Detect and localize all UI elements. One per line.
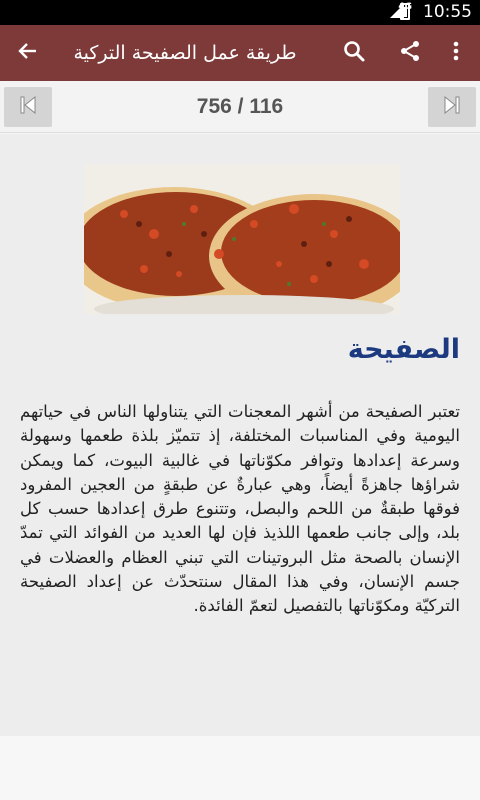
back-arrow-icon	[18, 41, 38, 65]
search-icon	[342, 39, 366, 67]
skip-next-icon	[444, 95, 460, 118]
first-page-button[interactable]	[4, 87, 52, 127]
page-counter: 756 / 116	[196, 95, 284, 118]
last-page-button[interactable]	[428, 87, 476, 127]
page-title: طريقة عمل الصفيحة التركية	[73, 42, 297, 64]
clock: 10:55	[423, 2, 472, 22]
search-button[interactable]	[330, 25, 378, 81]
back-button[interactable]	[4, 25, 52, 81]
share-button[interactable]	[386, 25, 434, 81]
pagination-bar: 756 / 116	[0, 81, 480, 133]
bottom-area	[0, 736, 480, 800]
article-image	[84, 164, 400, 314]
article-body: تعتبر الصفيحة من أشهر المعجنات التي يتنا…	[20, 402, 460, 616]
status-bar: 4G 10:55	[0, 0, 480, 25]
skip-previous-icon	[20, 95, 36, 118]
share-icon	[398, 39, 422, 67]
article-content: الصفيحة تعتبر الصفيحة من أشهر المعجنات ا…	[0, 134, 480, 736]
article-heading: الصفيحة	[347, 334, 460, 365]
food-photo	[84, 164, 400, 314]
battery-icon	[400, 3, 410, 20]
more-vert-icon	[453, 41, 459, 65]
more-options-button[interactable]	[432, 25, 480, 81]
app-bar: طريقة عمل الصفيحة التركية	[0, 25, 480, 81]
